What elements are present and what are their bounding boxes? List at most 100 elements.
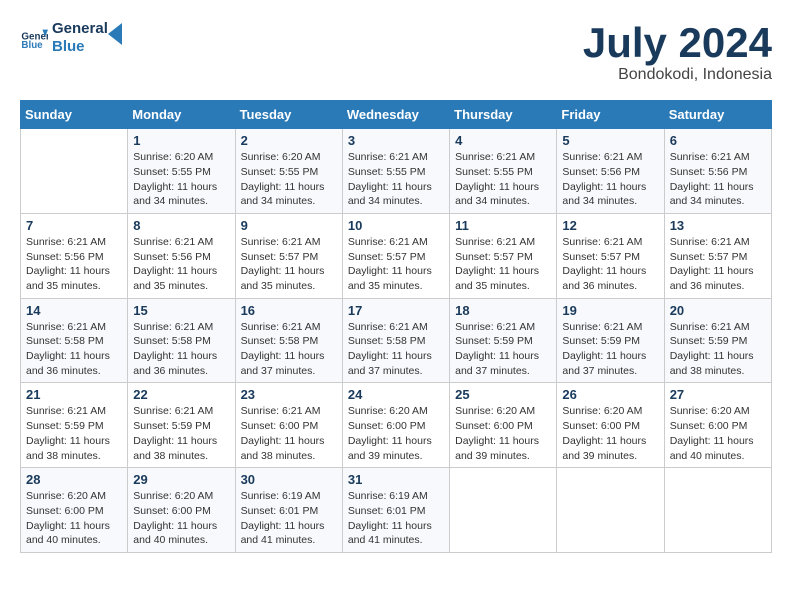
calendar-table: SundayMondayTuesdayWednesdayThursdayFrid… xyxy=(20,100,772,553)
calendar-cell: 7Sunrise: 6:21 AMSunset: 5:56 PMDaylight… xyxy=(21,213,128,298)
day-info: Sunrise: 6:20 AMSunset: 6:00 PMDaylight:… xyxy=(133,489,229,548)
calendar-cell: 14Sunrise: 6:21 AMSunset: 5:58 PMDayligh… xyxy=(21,298,128,383)
calendar-cell: 22Sunrise: 6:21 AMSunset: 5:59 PMDayligh… xyxy=(128,383,235,468)
calendar-cell: 5 Sunrise: 6:21 AMSunset: 5:56 PMDaylight… xyxy=(557,129,664,214)
day-number: 27 xyxy=(670,387,766,402)
day-info: Sunrise: 6:21 AMSunset: 5:58 PMDaylight:… xyxy=(133,320,229,379)
logo: General Blue General Blue xyxy=(20,20,130,56)
page-header: General Blue General Blue July 2024 Bond… xyxy=(20,20,772,84)
calendar-cell: 24Sunrise: 6:20 AMSunset: 6:00 PMDayligh… xyxy=(342,383,449,468)
day-info: Sunrise: 6:21 AMSunset: 5:56 PMDaylight:… xyxy=(26,235,122,294)
day-info: Sunrise: 6:21 AMSunset: 5:57 PMDaylight:… xyxy=(348,235,444,294)
logo-general: General xyxy=(52,20,108,38)
day-number: 12 xyxy=(562,218,658,233)
day-info: Sunrise: 6:20 AMSunset: 6:00 PMDaylight:… xyxy=(455,404,551,463)
calendar-cell: 1Sunrise: 6:20 AMSunset: 5:55 PMDaylight… xyxy=(128,129,235,214)
calendar-cell xyxy=(21,129,128,214)
day-info: Sunrise: 6:21 AMSunset: 5:58 PMDaylight:… xyxy=(348,320,444,379)
calendar-cell: 6Sunrise: 6:21 AMSunset: 5:56 PMDaylight… xyxy=(664,129,771,214)
day-number: 24 xyxy=(348,387,444,402)
day-number: 5 xyxy=(562,133,658,148)
day-number: 22 xyxy=(133,387,229,402)
calendar-cell xyxy=(664,468,771,553)
day-number: 28 xyxy=(26,472,122,487)
calendar-cell: 16 Sunrise: 6:21 AMSunset: 5:58 PMDayligh… xyxy=(235,298,342,383)
day-number: 14 xyxy=(26,303,122,318)
calendar-cell: 10 Sunrise: 6:21 AMSunset: 5:57 PMDayligh… xyxy=(342,213,449,298)
calendar-cell: 4 Sunrise: 6:21 AMSunset: 5:55 PMDaylight… xyxy=(450,129,557,214)
calendar-cell: 27 Sunrise: 6:20 AMSunset: 6:00 PMDayligh… xyxy=(664,383,771,468)
weekday-header-wednesday: Wednesday xyxy=(342,101,449,129)
day-info: Sunrise: 6:20 AMSunset: 6:00 PMDaylight:… xyxy=(670,404,766,463)
day-number: 18 xyxy=(455,303,551,318)
day-number: 31 xyxy=(348,472,444,487)
logo-arrow-icon xyxy=(108,23,130,45)
day-number: 26 xyxy=(562,387,658,402)
weekday-header-monday: Monday xyxy=(128,101,235,129)
day-info: Sunrise: 6:21 AMSunset: 5:59 PMDaylight:… xyxy=(562,320,658,379)
calendar-cell: 15Sunrise: 6:21 AMSunset: 5:58 PMDayligh… xyxy=(128,298,235,383)
calendar-cell: 26 Sunrise: 6:20 AMSunset: 6:00 PMDayligh… xyxy=(557,383,664,468)
day-info: Sunrise: 6:21 AMSunset: 5:56 PMDaylight:… xyxy=(562,150,658,209)
calendar-cell xyxy=(557,468,664,553)
calendar-cell: 3 Sunrise: 6:21 AMSunset: 5:55 PMDaylight… xyxy=(342,129,449,214)
calendar-cell: 8 Sunrise: 6:21 AMSunset: 5:56 PMDaylight… xyxy=(128,213,235,298)
weekday-header-tuesday: Tuesday xyxy=(235,101,342,129)
day-info: Sunrise: 6:21 AMSunset: 5:57 PMDaylight:… xyxy=(455,235,551,294)
weekday-header-saturday: Saturday xyxy=(664,101,771,129)
calendar-cell: 29 Sunrise: 6:20 AMSunset: 6:00 PMDayligh… xyxy=(128,468,235,553)
day-info: Sunrise: 6:21 AMSunset: 5:58 PMDaylight:… xyxy=(241,320,337,379)
day-number: 4 xyxy=(455,133,551,148)
calendar-header: SundayMondayTuesdayWednesdayThursdayFrid… xyxy=(21,101,772,129)
calendar-cell: 18 Sunrise: 6:21 AMSunset: 5:59 PMDayligh… xyxy=(450,298,557,383)
calendar-cell: 19 Sunrise: 6:21 AMSunset: 5:59 PMDayligh… xyxy=(557,298,664,383)
day-info: Sunrise: 6:21 AMSunset: 5:57 PMDaylight:… xyxy=(670,235,766,294)
calendar-cell: 31Sunrise: 6:19 AMSunset: 6:01 PMDayligh… xyxy=(342,468,449,553)
calendar-cell: 28 Sunrise: 6:20 AMSunset: 6:00 PMDayligh… xyxy=(21,468,128,553)
calendar-cell xyxy=(450,468,557,553)
day-number: 17 xyxy=(348,303,444,318)
day-info: Sunrise: 6:20 AMSunset: 5:55 PMDaylight:… xyxy=(241,150,337,209)
day-number: 1 xyxy=(133,133,229,148)
day-number: 29 xyxy=(133,472,229,487)
day-info: Sunrise: 6:19 AMSunset: 6:01 PMDaylight:… xyxy=(241,489,337,548)
day-number: 9 xyxy=(241,218,337,233)
day-info: Sunrise: 6:20 AMSunset: 6:00 PMDaylight:… xyxy=(562,404,658,463)
day-info: Sunrise: 6:21 AMSunset: 5:59 PMDaylight:… xyxy=(455,320,551,379)
day-number: 10 xyxy=(348,218,444,233)
day-info: Sunrise: 6:21 AMSunset: 5:57 PMDaylight:… xyxy=(241,235,337,294)
day-number: 25 xyxy=(455,387,551,402)
calendar-cell: 12Sunrise: 6:21 AMSunset: 5:57 PMDayligh… xyxy=(557,213,664,298)
day-number: 3 xyxy=(348,133,444,148)
calendar-cell: 11 Sunrise: 6:21 AMSunset: 5:57 PMDayligh… xyxy=(450,213,557,298)
logo-icon: General Blue xyxy=(20,24,48,52)
month-title: July 2024 xyxy=(583,20,772,66)
weekday-header-friday: Friday xyxy=(557,101,664,129)
day-number: 8 xyxy=(133,218,229,233)
day-number: 11 xyxy=(455,218,551,233)
day-number: 6 xyxy=(670,133,766,148)
day-number: 20 xyxy=(670,303,766,318)
day-number: 16 xyxy=(241,303,337,318)
day-info: Sunrise: 6:21 AMSunset: 5:55 PMDaylight:… xyxy=(455,150,551,209)
day-number: 2 xyxy=(241,133,337,148)
day-number: 19 xyxy=(562,303,658,318)
day-number: 13 xyxy=(670,218,766,233)
calendar-cell: 17 Sunrise: 6:21 AMSunset: 5:58 PMDayligh… xyxy=(342,298,449,383)
calendar-cell: 13 Sunrise: 6:21 AMSunset: 5:57 PMDayligh… xyxy=(664,213,771,298)
calendar-cell: 23Sunrise: 6:21 AMSunset: 6:00 PMDayligh… xyxy=(235,383,342,468)
day-number: 21 xyxy=(26,387,122,402)
calendar-cell: 9 Sunrise: 6:21 AMSunset: 5:57 PMDaylight… xyxy=(235,213,342,298)
weekday-header-sunday: Sunday xyxy=(21,101,128,129)
calendar-cell: 21 Sunrise: 6:21 AMSunset: 5:59 PMDayligh… xyxy=(21,383,128,468)
day-number: 30 xyxy=(241,472,337,487)
calendar-cell: 2 Sunrise: 6:20 AMSunset: 5:55 PMDaylight… xyxy=(235,129,342,214)
day-info: Sunrise: 6:20 AMSunset: 6:00 PMDaylight:… xyxy=(26,489,122,548)
title-block: July 2024 Bondokodi, Indonesia xyxy=(583,20,772,84)
day-info: Sunrise: 6:21 AMSunset: 5:56 PMDaylight:… xyxy=(133,235,229,294)
day-info: Sunrise: 6:21 AMSunset: 5:59 PMDaylight:… xyxy=(26,404,122,463)
day-number: 23 xyxy=(241,387,337,402)
location-subtitle: Bondokodi, Indonesia xyxy=(583,66,772,84)
calendar-cell: 30 Sunrise: 6:19 AMSunset: 6:01 PMDayligh… xyxy=(235,468,342,553)
day-info: Sunrise: 6:21 AMSunset: 5:55 PMDaylight:… xyxy=(348,150,444,209)
